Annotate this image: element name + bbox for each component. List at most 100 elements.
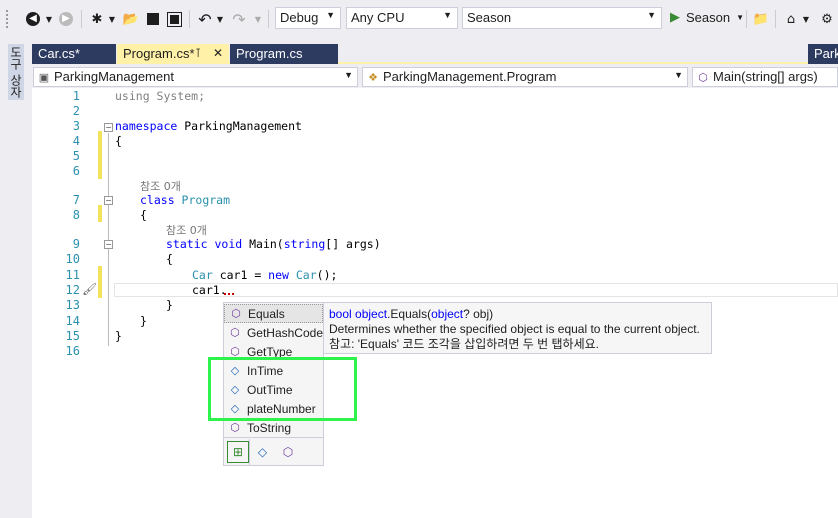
code-line-11: Car car1 = new Car(); — [192, 268, 337, 282]
completion-label: GetHashCode — [246, 325, 323, 340]
line-number: 7 — [72, 193, 80, 207]
collapse-toggle[interactable]: − — [104, 123, 113, 132]
completion-filter-bar: ⊞ ◇ ⬡ — [224, 437, 323, 465]
line-number: 8 — [72, 208, 80, 222]
chevron-down-icon: ▼ — [326, 10, 335, 20]
toolbar-grip[interactable] — [6, 10, 10, 28]
quick-action-icon[interactable]: 🖌 — [82, 282, 97, 296]
type-select-value: ParkingManagement.Program — [383, 69, 557, 84]
pin-icon[interactable]: ⊺ — [195, 46, 201, 60]
code-text: car1 = — [212, 268, 269, 282]
new-project-dropdown-icon[interactable]: ▼ — [107, 10, 117, 28]
chevron-down-icon: ▼ — [647, 10, 656, 20]
code-line-15: } — [115, 329, 122, 343]
line-number: 9 — [72, 237, 80, 251]
change-marker — [98, 266, 102, 298]
redo-icon[interactable]: ↷ — [230, 10, 248, 29]
tooltip-description: Determines whether the specified object … — [329, 322, 700, 336]
toolbox-tab[interactable]: 도구 상자 — [8, 44, 24, 100]
codelens-refs[interactable]: 참조 0개 — [166, 222, 207, 238]
tab-park[interactable]: Park — [808, 44, 838, 64]
tab-program-cs-active[interactable]: Program.cs* ⊺ ✕ — [117, 44, 229, 64]
chevron-down-icon: ▼ — [443, 10, 452, 20]
sig-type: object — [355, 307, 388, 321]
navigation-bar: ▣ ParkingManagement ▼ ❖ ParkingManagemen… — [32, 66, 838, 88]
platform-value: Any CPU — [351, 10, 405, 25]
collapse-toggle[interactable]: − — [104, 240, 113, 249]
line-number: 5 — [72, 149, 80, 163]
keyword: new — [268, 268, 289, 282]
method-filter-icon[interactable]: ⬡ — [275, 439, 301, 465]
code-line-9: static void Main(string[] args) — [166, 237, 381, 251]
forward-icon[interactable]: ▶ — [57, 10, 75, 28]
method-icon: ⬡ — [230, 327, 240, 339]
find-in-files-icon[interactable]: 📁 — [752, 10, 770, 28]
code-line-1: using System; — [115, 89, 206, 103]
more-tools-icon[interactable]: ⚙ — [818, 10, 836, 28]
code-line-8: { — [140, 208, 147, 222]
startup-project-value: Season — [467, 10, 512, 25]
csharp-project-icon: ▣ — [38, 71, 50, 84]
new-project-icon[interactable]: ✱ — [88, 10, 106, 28]
sig-return-type: bool — [329, 307, 352, 321]
line-number: 6 — [72, 164, 80, 178]
solution-config-select[interactable]: Debug ▼ — [275, 7, 341, 29]
project-select-value: ParkingManagement — [54, 69, 174, 84]
undo-dropdown-icon[interactable]: ▼ — [215, 10, 225, 28]
chevron-down-icon[interactable]: ▼ — [736, 13, 744, 22]
collapse-toggle[interactable]: − — [104, 196, 113, 205]
method-name: Main( — [242, 237, 284, 251]
quick-info-tooltip: bool object.Equals(object? obj) Determin… — [323, 302, 712, 354]
tab-car-cs[interactable]: Car.cs* — [32, 44, 116, 64]
save-icon[interactable] — [145, 10, 161, 28]
close-icon[interactable]: ✕ — [213, 46, 223, 60]
highlight-box — [208, 357, 357, 421]
change-marker — [98, 205, 102, 222]
keyword: string — [283, 237, 326, 251]
codelens-refs[interactable]: 참조 0개 — [140, 178, 181, 194]
tab-label: Car.cs* — [38, 46, 80, 61]
tab-label: Park — [814, 46, 838, 61]
solution-config-value: Debug — [280, 10, 319, 25]
completion-item-gethashcode[interactable]: ⬡ GetHashCode — [224, 323, 323, 342]
line-number: 16 — [65, 344, 80, 358]
save-all-icon[interactable] — [166, 10, 182, 28]
home-icon[interactable]: ⌂ — [782, 10, 800, 28]
method-icon: ⬡ — [698, 71, 708, 84]
back-dropdown-icon[interactable]: ▼ — [44, 10, 54, 28]
startup-project-select[interactable]: Season ▼ — [462, 7, 662, 29]
redo-dropdown-icon[interactable]: ▼ — [253, 10, 263, 28]
type-select[interactable]: ❖ ParkingManagement.Program ▼ — [362, 67, 688, 87]
tab-label: Program.cs* — [123, 46, 195, 61]
method-icon: ⬡ — [230, 422, 240, 434]
sig-method: .Equals( — [387, 307, 432, 321]
back-icon[interactable]: ◀ — [24, 10, 42, 28]
tab-label: Program.cs — [236, 46, 303, 61]
member-select[interactable]: ⬡ Main(string[] args) — [692, 67, 838, 87]
platform-select[interactable]: Any CPU ▼ — [346, 7, 458, 29]
undo-icon[interactable]: ↶ — [196, 10, 214, 29]
document-tab-strip: Car.cs* Program.cs* ⊺ ✕ Program.cs Park — [32, 44, 838, 64]
open-icon[interactable]: 📂 — [122, 10, 140, 28]
tooltip-signature: bool object.Equals(object? obj) — [329, 307, 706, 322]
keyword: void — [207, 237, 243, 251]
namespace-name: ParkingManagement — [177, 119, 302, 133]
line-number: 4 — [72, 134, 80, 148]
tab-program-cs[interactable]: Program.cs — [230, 44, 338, 64]
code-line-4: { — [115, 134, 122, 148]
type-name: Car — [192, 268, 213, 282]
line-number: 15 — [65, 329, 80, 343]
project-select[interactable]: ▣ ParkingManagement ▼ — [33, 67, 358, 87]
field-filter-icon[interactable]: ◇ — [249, 438, 275, 465]
home-dropdown-icon[interactable]: ▼ — [801, 10, 811, 28]
line-number: 13 — [65, 298, 80, 312]
code-line-12: car1. — [192, 283, 227, 297]
completion-item-equals[interactable]: ⬡ Equals — [224, 304, 323, 323]
expand-filter-icon[interactable]: ⊞ — [227, 440, 249, 463]
code-line-7: class Program — [140, 193, 230, 207]
line-number: 10 — [65, 252, 80, 266]
code-text: (); — [316, 268, 338, 282]
class-icon: ❖ — [368, 71, 378, 84]
start-button[interactable]: ▶ Season ▼ — [670, 9, 744, 25]
main-toolbar: ◀ ▼ ▶ ✱ ▼ 📂 ↶ ▼ ↷ ▼ Debug ▼ Any CPU ▼ Se… — [0, 0, 838, 38]
